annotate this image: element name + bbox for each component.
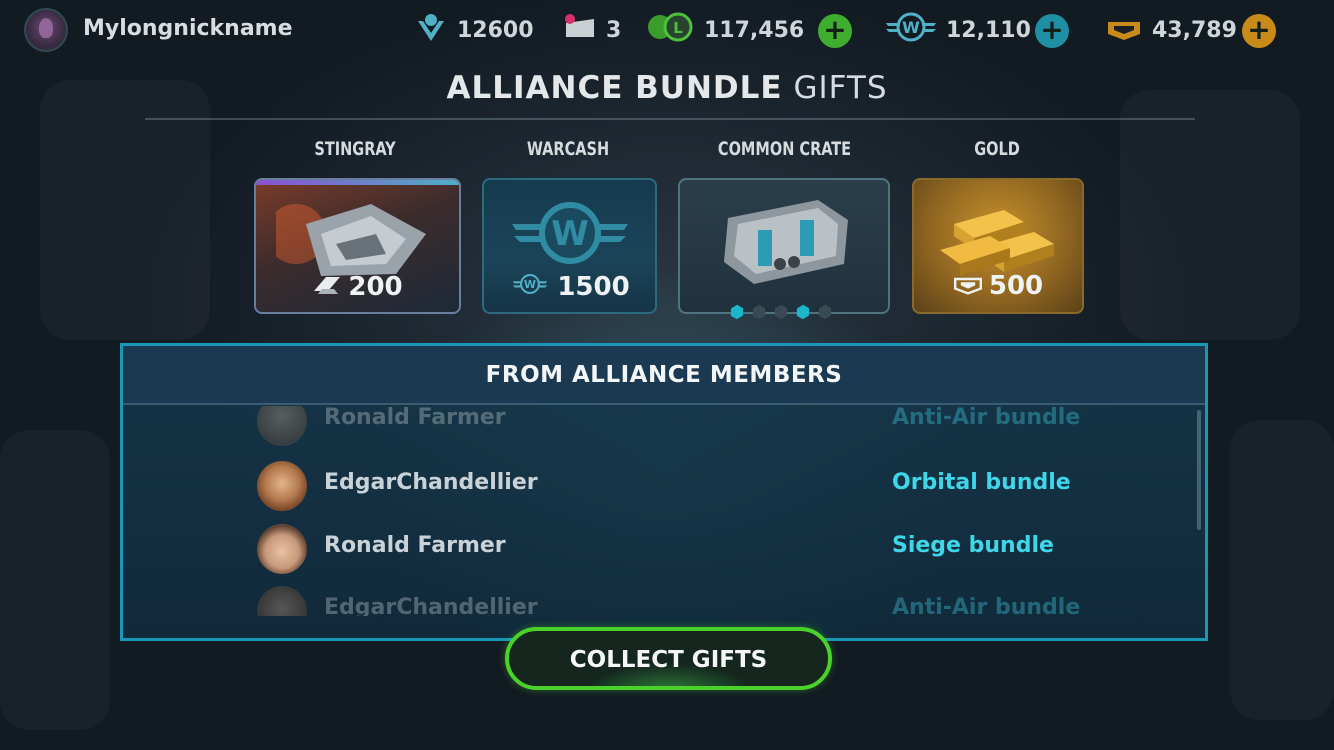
title-divider [145, 118, 1195, 120]
pager-dot[interactable] [749, 302, 768, 321]
add-credits-button[interactable]: + [818, 14, 852, 48]
warcash-icon: W [886, 11, 936, 49]
warcash-icon: W [512, 202, 628, 264]
collect-gifts-button[interactable]: COLLECT GIFTS [505, 627, 832, 690]
crate-pager [730, 305, 832, 319]
title-thin: GIFTS [793, 70, 888, 106]
player-avatar[interactable] [24, 8, 68, 52]
pager-dot[interactable] [727, 302, 746, 321]
list-item: EdgarChandellier Anti-Air bundle [123, 581, 1205, 616]
background-shape [1230, 420, 1334, 720]
svg-text:L: L [673, 19, 683, 37]
bundle-name: Orbital bundle [892, 470, 1071, 495]
gift-sender-list[interactable]: Ronald Farmer Anti-Air bundle EdgarChand… [123, 406, 1205, 616]
gift-label-stingray: STINGRAY [314, 138, 396, 160]
gold-counter: 43,789 [1106, 14, 1237, 46]
crate-icon [724, 200, 848, 284]
gift-label-gold: GOLD [974, 138, 1020, 160]
background-shape [1120, 90, 1300, 340]
warcash-value: 12,110 [946, 17, 1031, 43]
gold-icon [1106, 12, 1142, 48]
member-avatar [257, 461, 307, 511]
bundle-name: Anti-Air bundle [892, 406, 1081, 430]
gold-amount: 500 [988, 271, 1044, 301]
pager-dot[interactable] [771, 302, 790, 321]
member-avatar [257, 524, 307, 574]
panel-title: FROM ALLIANCE MEMBERS [485, 362, 843, 388]
member-avatar [257, 406, 307, 446]
gift-amount: W 1500 [484, 272, 655, 303]
rank-icon [415, 11, 447, 49]
member-name: EdgarChandellier [324, 470, 538, 495]
rank-value: 12600 [457, 17, 534, 43]
gift-label-warcash: WARCASH [526, 138, 610, 160]
gold-icon [953, 271, 983, 302]
bundle-name: Siege bundle [892, 533, 1054, 558]
bundle-name: Anti-Air bundle [892, 595, 1081, 616]
credits-counter: L 117,456 [646, 11, 805, 49]
stingray-ship-icon [276, 204, 426, 276]
member-avatar [257, 586, 307, 616]
list-item: Ronald Farmer Siege bundle [123, 519, 1205, 579]
list-item: Ronald Farmer Anti-Air bundle [123, 406, 1205, 451]
svg-text:W: W [551, 214, 589, 254]
warcash-icon: W [509, 272, 551, 302]
add-warcash-button[interactable]: + [1035, 14, 1069, 48]
ticket-icon [564, 13, 596, 47]
pager-dot[interactable] [815, 302, 834, 321]
gold-bars-icon [940, 210, 1054, 276]
ticket-counter: 3 [564, 14, 621, 46]
pager-dot[interactable] [793, 302, 812, 321]
list-scrollbar[interactable] [1197, 410, 1201, 530]
gift-label-common-crate: COMMON CRATE [717, 138, 852, 160]
gift-amount: 500 [914, 271, 1082, 302]
alliance-members-panel: FROM ALLIANCE MEMBERS Ronald Farmer Anti… [120, 343, 1208, 641]
credits-icon: L [646, 11, 694, 49]
rarity-bar [256, 180, 459, 185]
member-name: Ronald Farmer [324, 406, 506, 430]
page-title: ALLIANCE BUNDLE GIFTS [0, 70, 1334, 106]
svg-text:W: W [524, 278, 536, 291]
gift-card-common-crate[interactable] [678, 178, 890, 314]
gift-card-warcash[interactable]: W W 1500 [482, 178, 657, 314]
panel-header: FROM ALLIANCE MEMBERS [123, 346, 1205, 405]
list-item: EdgarChandellier Orbital bundle [123, 456, 1205, 516]
member-name: EdgarChandellier [324, 595, 538, 616]
top-bar: Mylongnickname 12600 3 L 117,456 + W 12,… [0, 0, 1334, 60]
shard-icon [312, 272, 342, 302]
background-shape [0, 430, 110, 730]
credits-value: 117,456 [704, 17, 805, 43]
svg-text:W: W [902, 18, 920, 37]
warcash-counter: W 12,110 [886, 11, 1031, 49]
player-nickname: Mylongnickname [83, 16, 293, 41]
gift-card-gold[interactable]: 500 [912, 178, 1084, 314]
stingray-amount: 200 [348, 271, 403, 302]
warcash-amount: 1500 [557, 271, 630, 302]
gift-card-stingray[interactable]: 200 [254, 178, 461, 314]
ticket-value: 3 [606, 17, 622, 43]
member-name: Ronald Farmer [324, 533, 506, 558]
title-bold: ALLIANCE BUNDLE [446, 70, 783, 106]
rank-counter: 12600 [415, 14, 534, 46]
gift-amount: 200 [256, 272, 459, 303]
collect-gifts-label: COLLECT GIFTS [569, 647, 768, 673]
add-gold-button[interactable]: + [1242, 14, 1276, 48]
gold-value: 43,789 [1152, 17, 1237, 43]
